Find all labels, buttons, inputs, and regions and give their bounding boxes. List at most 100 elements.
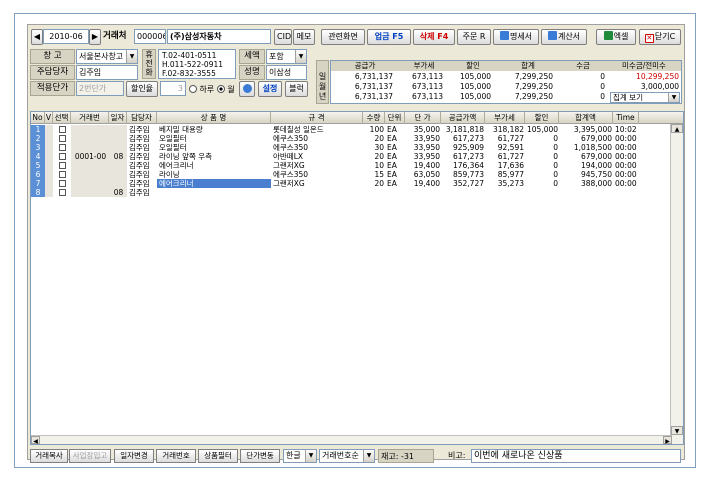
row-checkbox[interactable] bbox=[53, 170, 71, 179]
warehouse-select[interactable]: 서울본사창고 ▼ bbox=[76, 49, 138, 64]
column-header[interactable]: 선택 bbox=[53, 112, 71, 124]
date-field[interactable]: 2010-06 bbox=[43, 29, 89, 44]
radio-day[interactable] bbox=[189, 85, 197, 93]
column-header[interactable]: 수량 bbox=[363, 112, 385, 124]
summary-value: 3,000,000 bbox=[640, 82, 679, 91]
checkbox-icon[interactable] bbox=[58, 144, 66, 151]
column-header[interactable]: 거래번 bbox=[71, 112, 109, 124]
column-header[interactable]: V bbox=[45, 112, 53, 124]
sort-order-select[interactable]: 거래번호순 ▼ bbox=[319, 449, 375, 463]
column-header[interactable]: 부가세 bbox=[485, 112, 525, 124]
cell-qty: 10 bbox=[374, 161, 384, 170]
next-month-button[interactable]: ▶ bbox=[89, 29, 101, 45]
settings-button[interactable]: 설정 bbox=[258, 81, 282, 97]
vertical-scrollbar[interactable]: ▲ ▼ bbox=[670, 124, 683, 444]
discount-rate-button[interactable]: 할인율 bbox=[126, 81, 158, 97]
column-header[interactable]: 단 가 bbox=[405, 112, 441, 124]
table-row[interactable]: 5 김주임 에어크리너 그랜저XG 10 EA 19,400 176,364 17,636 0 19… bbox=[31, 161, 671, 170]
cid-button[interactable]: CID bbox=[274, 29, 292, 45]
row-checkbox[interactable] bbox=[53, 152, 71, 161]
copy-transaction-button[interactable]: 거래복사 bbox=[30, 449, 68, 463]
checkbox-icon[interactable] bbox=[58, 180, 66, 187]
row-checkbox[interactable] bbox=[53, 161, 71, 170]
tax-select[interactable]: 포함 ▼ bbox=[266, 49, 307, 64]
column-header[interactable]: 규 격 bbox=[271, 112, 363, 124]
column-header[interactable]: 합계액 bbox=[559, 112, 613, 124]
row-checkbox[interactable] bbox=[53, 125, 71, 134]
customer-name-field[interactable]: (주)삼성자동차 bbox=[167, 29, 271, 44]
close-button[interactable]: ✕ 닫기C bbox=[639, 29, 681, 45]
summary-view-select[interactable]: 집계 보기 ▼ bbox=[610, 92, 680, 103]
excel-button[interactable]: 엑셀 bbox=[596, 29, 636, 45]
customer-code-field[interactable]: 000006 bbox=[134, 29, 166, 44]
cell-product: 오일필터 bbox=[159, 134, 187, 143]
language-select[interactable]: 한글 ▼ bbox=[283, 449, 317, 463]
table-row[interactable]: 2 김주임 오일필터 에쿠스350 20 EA 33,950 617,273 61,727 0 67… bbox=[31, 134, 671, 143]
row-checkbox[interactable] bbox=[53, 179, 71, 188]
period-radio-group[interactable]: 하루 월 bbox=[189, 84, 235, 95]
business-warehousing-button[interactable]: 사업장입고 bbox=[69, 449, 111, 463]
column-header[interactable]: No bbox=[31, 112, 45, 124]
row-number: 1 bbox=[31, 125, 45, 134]
order-button[interactable]: 주문 R bbox=[457, 29, 491, 45]
row-checkbox[interactable] bbox=[53, 143, 71, 152]
language-value: 한글 bbox=[286, 451, 301, 460]
checkbox-icon[interactable] bbox=[58, 153, 66, 160]
checkbox-icon[interactable] bbox=[58, 189, 66, 196]
price-change-button[interactable]: 단가변동 bbox=[240, 449, 280, 463]
sales-grid[interactable]: No V 선택 거래번 일자 담당자 상 품 명규 격 수량 단위 단 가 공급가액 부가세 할인 합계액… bbox=[30, 111, 684, 445]
summary-value: 7,299,250 bbox=[514, 82, 553, 91]
row-checkbox[interactable] bbox=[53, 134, 71, 143]
delete-f4-button[interactable]: 삭제 F4 bbox=[413, 29, 455, 45]
checkbox-icon[interactable] bbox=[58, 135, 66, 142]
manager-field[interactable]: 김주임 bbox=[76, 65, 138, 80]
related-screen-button[interactable]: 관련화면 bbox=[321, 29, 365, 45]
column-header[interactable]: Time bbox=[613, 112, 639, 124]
cell-day bbox=[109, 170, 127, 179]
cell-disc: 0 bbox=[553, 179, 558, 188]
row-checkbox[interactable] bbox=[53, 188, 71, 197]
cell-mgr: 김주임 bbox=[129, 134, 150, 143]
business-f5-button[interactable]: 업금 F5 bbox=[367, 29, 411, 45]
discount-field[interactable]: 3 bbox=[160, 81, 186, 96]
column-header[interactable]: 공급가액 bbox=[441, 112, 485, 124]
checkbox-icon[interactable] bbox=[58, 162, 66, 169]
column-header[interactable]: 단위 bbox=[385, 112, 405, 124]
checkbox-icon[interactable] bbox=[58, 126, 66, 133]
prev-month-button[interactable]: ◀ bbox=[31, 29, 43, 45]
refresh-button[interactable] bbox=[239, 81, 255, 97]
note-field[interactable]: 이번에 새로나온 신상품 bbox=[471, 449, 681, 463]
product-filter-button[interactable]: 상품필터 bbox=[198, 449, 238, 463]
scroll-down-icon[interactable]: ▼ bbox=[671, 426, 683, 435]
column-header[interactable]: 담당자 bbox=[127, 112, 157, 124]
checkbox-icon[interactable] bbox=[58, 171, 66, 178]
column-header[interactable]: 할인 bbox=[525, 112, 559, 124]
table-row[interactable]: 4 0001-00 08 김주임 라이닝 앞쪽 우측 아반떼LX 20 EA 33,950 617… bbox=[31, 152, 671, 161]
table-row[interactable]: 1 김주임 베지밀 대용량 롯데칠성 일온드 100 EA 35,000 3,181,818 3… bbox=[31, 125, 671, 134]
cell-spec bbox=[271, 188, 363, 197]
cell-price: 33,950 bbox=[413, 134, 440, 143]
scroll-left-icon[interactable]: ◀ bbox=[31, 436, 40, 444]
table-row[interactable]: 7 김주임 에어크리너 그랜저XG 20 EA 19,400 352,727 35,273 0 38… bbox=[31, 179, 671, 188]
name-field[interactable]: 이삼성 bbox=[266, 65, 307, 80]
summary-value: 7,299,250 bbox=[514, 72, 553, 81]
memo-button[interactable]: 메모 bbox=[293, 29, 315, 45]
chevron-down-icon: ▼ bbox=[305, 450, 316, 462]
column-header[interactable]: 일자 bbox=[109, 112, 127, 124]
stock-label: 재고: -31 bbox=[378, 449, 434, 463]
table-row[interactable]: 3 김주임 오일필터 에쿠스350 30 EA 33,950 925,909 92,591 0 1,… bbox=[31, 143, 671, 152]
radio-month[interactable] bbox=[216, 85, 225, 93]
scroll-up-icon[interactable]: ▲ bbox=[671, 124, 683, 133]
row-number: 4 bbox=[31, 152, 45, 161]
scroll-right-icon[interactable]: ▶ bbox=[663, 436, 672, 444]
statement-button[interactable]: 명세서 bbox=[493, 29, 539, 45]
transaction-number-button[interactable]: 거래번호 bbox=[156, 449, 196, 463]
horizontal-scrollbar[interactable]: ◀ ▶ bbox=[31, 435, 672, 444]
date-change-button[interactable]: 일자변경 bbox=[114, 449, 154, 463]
invoice-button[interactable]: 계산서 bbox=[541, 29, 587, 45]
table-row[interactable]: 8 08 김주임 bbox=[31, 188, 671, 197]
column-header[interactable]: 상 품 명 bbox=[157, 112, 271, 124]
apply-price-field[interactable]: 2번단가 bbox=[76, 81, 124, 96]
block-button[interactable]: 블럭 bbox=[285, 81, 308, 97]
table-row[interactable]: 6 김주임 라이닝 에쿠스350 15 EA 63,050 859,773 85,977 0 945… bbox=[31, 170, 671, 179]
